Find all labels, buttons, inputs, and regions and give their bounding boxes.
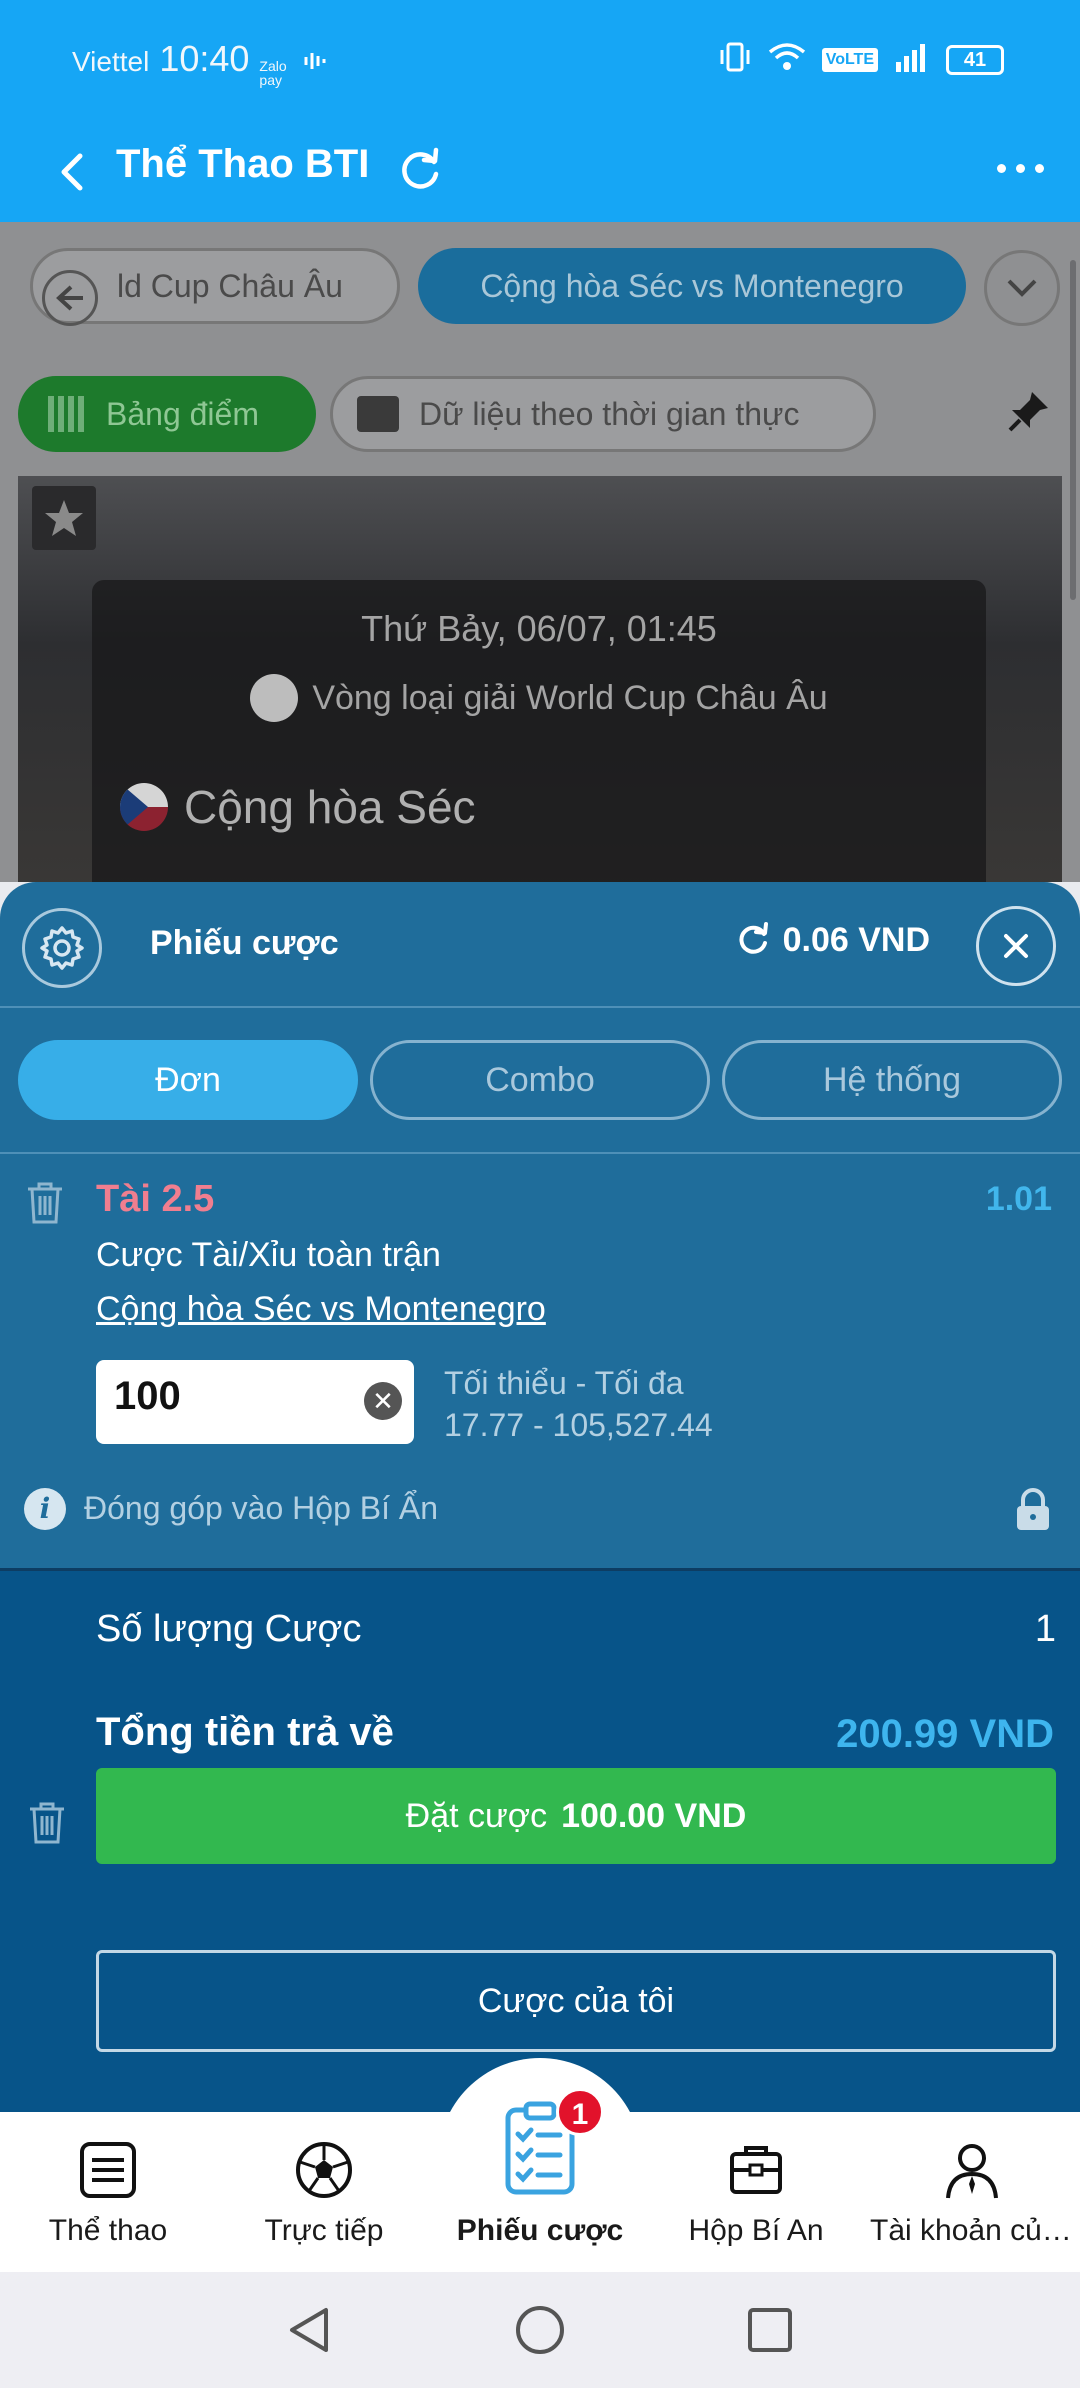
selection-label: Tài 2.5 <box>96 1178 215 1220</box>
soccer-ball-icon <box>292 2138 356 2202</box>
back-arrow-icon[interactable] <box>44 142 104 202</box>
user-icon <box>940 2138 1004 2202</box>
carrier-label: Viettel <box>72 46 150 77</box>
czech-flag-icon <box>120 783 168 831</box>
close-icon[interactable] <box>976 906 1056 986</box>
status-bar: Viettel 10:40 Zalo pay VoLTE 41 <box>0 0 1080 120</box>
total-return-label: Tổng tiền trả về <box>96 1710 394 1754</box>
balance-refresh[interactable]: 0.06 VND <box>733 920 930 960</box>
more-options-icon[interactable] <box>997 164 1044 173</box>
refresh-balance-icon <box>739 922 768 954</box>
betslip-count-badge: 1 <box>556 2088 604 2136</box>
mystery-box-contribution: i Đóng góp vào Hộp Bí Ẩn <box>0 1476 1080 1566</box>
nav-label: Trực tiếp <box>264 2214 384 2247</box>
match-date: Thứ Bảy, 06/07, 01:45 <box>361 608 717 649</box>
info-icon[interactable]: i <box>24 1488 66 1530</box>
favorite-star-icon[interactable] <box>32 486 96 550</box>
tab-system[interactable]: Hệ thống <box>722 1040 1062 1120</box>
place-bet-label: Đặt cược <box>405 1796 548 1835</box>
chevron-down-icon[interactable] <box>984 250 1060 326</box>
nav-item-mystery-box[interactable]: Hộp Bí An <box>648 2112 864 2272</box>
total-return-value: 200.99 VND <box>836 1712 1054 1756</box>
system-nav-bar <box>0 2272 1080 2388</box>
app-header: Thể Thao BTI <box>0 120 1080 222</box>
nav-label: Tài khoản của ... <box>870 2214 1080 2247</box>
live-data-chip[interactable]: Dữ liệu theo thời gian thực <box>330 376 876 452</box>
place-bet-amount: 100.00 VND <box>561 1796 747 1835</box>
background-content: ld Cup Châu Âu Cộng hòa Séc vs Montenegr… <box>0 222 1080 882</box>
my-bets-button[interactable]: Cược của tôi <box>96 1950 1056 2052</box>
team-home: Cộng hòa Séc <box>184 781 476 833</box>
nav-label: Thể thao <box>48 2214 168 2247</box>
page-title: Thể Thao BTI <box>116 142 370 186</box>
event-link[interactable]: Cộng hòa Séc vs Montenegro <box>96 1290 546 1329</box>
settings-gear-icon[interactable] <box>22 908 102 988</box>
match-card: Thứ Bảy, 06/07, 01:45 Vòng loại giải Wor… <box>92 580 986 882</box>
league-name: Vòng loại giải World Cup Châu Âu <box>312 678 828 717</box>
nav-item-live[interactable]: Trực tiếp <box>216 2112 432 2272</box>
lock-icon[interactable] <box>1012 1486 1054 1532</box>
nav-label: Phiếu cược <box>456 2214 624 2247</box>
odds-value: 1.01 <box>985 1180 1052 1218</box>
stadium-banner: Thứ Bảy, 06/07, 01:45 Vòng loại giải Wor… <box>18 476 1062 882</box>
stats-icon <box>357 396 399 432</box>
bet-count-value: 1 <box>1034 1608 1056 1650</box>
match-chip[interactable]: Cộng hòa Séc vs Montenegro <box>418 248 966 324</box>
balance-value: 0.06 VND <box>782 920 930 959</box>
bet-slip-panel: Phiếu cược 0.06 VND Đơn Combo Hệ thống T… <box>0 882 1080 2112</box>
nav-item-sports[interactable]: Thể thao <box>0 2112 216 2272</box>
clock: 10:40 <box>159 38 250 79</box>
tab-combo[interactable]: Combo <box>370 1040 710 1120</box>
place-bet-button[interactable]: Đặt cược 100.00 VND <box>96 1768 1056 1864</box>
nav-item-account[interactable]: Tài khoản của ... <box>864 2112 1080 2272</box>
chip-back-icon[interactable] <box>42 270 98 326</box>
sports-list-icon <box>76 2138 140 2202</box>
scrollbar[interactable] <box>1070 260 1076 600</box>
clear-input-icon[interactable]: ✕ <box>364 1382 402 1420</box>
nav-label: Hộp Bí An <box>688 2214 824 2247</box>
scoreboard-chip[interactable]: Bảng điểm <box>18 376 316 452</box>
vibrate-icon <box>718 40 752 79</box>
market-label: Cược Tài/Xỉu toàn trận <box>96 1236 441 1274</box>
bet-slip-title: Phiếu cược <box>150 924 339 962</box>
divider <box>0 1568 1080 1571</box>
limits-value: 17.77 - 105,527.44 <box>444 1407 713 1443</box>
pin-icon[interactable] <box>1006 388 1052 439</box>
bet-slip-header: Phiếu cược 0.06 VND <box>0 882 1080 1008</box>
stake-value: 100 <box>114 1374 181 1418</box>
mystery-box-icon <box>724 2138 788 2202</box>
battery-icon: 41 <box>946 44 1004 75</box>
bet-summary: Số lượng Cược 1 Tổng tiền trả về 200.99 … <box>0 1568 1080 2112</box>
signal-icon <box>894 42 930 77</box>
trash-icon[interactable] <box>24 1180 66 1226</box>
stake-input[interactable]: 100 ✕ <box>96 1360 414 1444</box>
refresh-icon[interactable] <box>394 144 446 196</box>
league-logo-icon <box>250 674 299 722</box>
system-back-icon[interactable] <box>284 2304 336 2356</box>
bet-count-label: Số lượng Cược <box>96 1608 362 1650</box>
trash-all-icon[interactable] <box>26 1800 68 1846</box>
audio-icon <box>303 46 329 78</box>
system-home-icon[interactable] <box>514 2304 566 2356</box>
scoreboard-icon <box>48 396 88 432</box>
zalo-pay-icon: Zalo pay <box>259 58 287 88</box>
wifi-icon <box>768 42 806 77</box>
contribution-label: Đóng góp vào Hộp Bí Ẩn <box>84 1490 439 1526</box>
system-recents-icon[interactable] <box>744 2304 796 2356</box>
limits-label: Tối thiểu - Tối đa <box>444 1365 684 1401</box>
stake-limits: Tối thiểu - Tối đa 17.77 - 105,527.44 <box>444 1362 713 1446</box>
volte-icon: VoLTE <box>821 47 878 72</box>
tab-single[interactable]: Đơn <box>18 1040 358 1120</box>
bet-selection-item: Tài 2.5 1.01 Cược Tài/Xỉu toàn trận Cộng… <box>0 1154 1080 1450</box>
bet-type-tabs: Đơn Combo Hệ thống <box>18 1040 1062 1120</box>
